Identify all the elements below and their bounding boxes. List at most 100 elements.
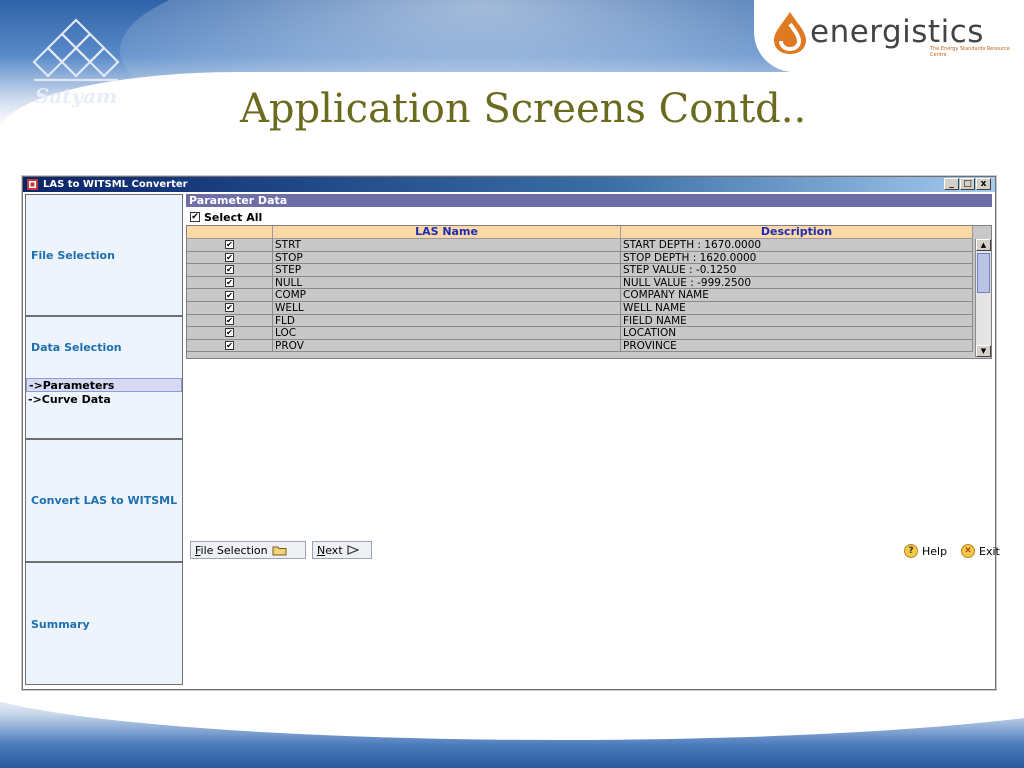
energistics-logo: energistics The Energy Standards Resourc…: [754, 0, 1024, 72]
description-cell: NULL VALUE : -999.2500: [621, 276, 973, 290]
select-all-label: Select All: [204, 210, 263, 224]
description-cell: WELL NAME: [621, 301, 973, 315]
next-button[interactable]: Next: [312, 541, 372, 559]
row-checkbox[interactable]: ✔: [225, 328, 234, 338]
las-name-cell: LOC: [273, 327, 621, 340]
table-row[interactable]: ✔ NULL NULL VALUE : -999.2500: [187, 276, 973, 290]
description-cell: STOP DEPTH : 1620.0000: [621, 251, 973, 265]
row-checkbox-cell[interactable]: ✔: [187, 289, 273, 302]
file-selection-button-label: File Selection: [195, 543, 268, 557]
row-checkbox-cell[interactable]: ✔: [187, 264, 273, 277]
nav-data-selection-label: Data Selection: [31, 341, 122, 354]
nav-sub-parameters[interactable]: ->Parameters: [26, 378, 182, 392]
row-checkbox[interactable]: ✔: [225, 315, 234, 325]
row-checkbox-cell[interactable]: ✔: [187, 301, 273, 315]
table-row[interactable]: ✔ STEP STEP VALUE : -0.1250: [187, 264, 973, 277]
parameter-table: LAS Name Description ✔ STRT START DEPTH : …: [186, 225, 992, 359]
nav-convert[interactable]: Convert LAS to WITSML: [25, 439, 183, 562]
las-name-cell: STEP: [273, 264, 621, 277]
las-name-cell: PROV: [273, 339, 621, 353]
satyam-lattice-icon: [32, 18, 120, 82]
nav-sub-curve-data[interactable]: ->Curve Data: [26, 393, 182, 407]
nav-file-selection-label: File Selection: [31, 249, 115, 262]
row-checkbox-cell[interactable]: ✔: [187, 239, 273, 252]
window-title: LAS to WITSML Converter: [43, 179, 188, 190]
row-checkbox[interactable]: ✔: [225, 240, 234, 250]
select-all-checkbox[interactable]: ✔: [190, 212, 200, 222]
satyam-logo: Satyam: [26, 14, 126, 110]
nav-summary-label: Summary: [31, 618, 90, 631]
column-header-description[interactable]: Description: [621, 226, 973, 239]
table-row[interactable]: ✔ WELL WELL NAME: [187, 301, 973, 315]
window-controls: _ □ x: [944, 178, 991, 191]
app-icon: [27, 179, 38, 190]
satyam-wordmark: Satyam: [34, 84, 118, 108]
las-name-cell: COMP: [273, 289, 621, 302]
exit-button-label: Exit: [979, 544, 1000, 558]
file-selection-button[interactable]: File Selection: [190, 541, 306, 559]
close-button[interactable]: x: [976, 178, 991, 190]
wizard-nav: File Selection Data Selection ->Paramete…: [25, 194, 185, 685]
help-button-label: Help: [922, 544, 948, 558]
slide-footer-band: [0, 690, 1024, 768]
description-cell: FIELD NAME: [621, 314, 973, 328]
table-row[interactable]: ✔ STOP STOP DEPTH : 1620.0000: [187, 251, 973, 265]
exit-button[interactable]: ✕ Exit: [961, 543, 1000, 559]
description-cell: PROVINCE: [621, 339, 973, 353]
row-checkbox[interactable]: ✔: [225, 303, 234, 313]
table-row[interactable]: ✔ PROV PROVINCE: [187, 339, 973, 353]
nav-summary[interactable]: Summary: [25, 562, 183, 685]
converter-window: LAS to WITSML Converter _ □ x File Selec…: [22, 176, 1000, 690]
row-checkbox-cell[interactable]: ✔: [187, 276, 273, 290]
row-checkbox-cell[interactable]: ✔: [187, 251, 273, 265]
description-cell: STEP VALUE : -0.1250: [621, 264, 973, 277]
energistics-tagline: The Energy Standards Resource Centre: [930, 46, 1010, 58]
description-cell: START DEPTH : 1670.0000: [621, 239, 973, 252]
select-all-control[interactable]: ✔ Select All: [190, 210, 262, 224]
table-scrollbar[interactable]: ▲ ▼: [975, 239, 991, 357]
column-header-check[interactable]: [187, 226, 273, 239]
maximize-button[interactable]: □: [960, 178, 975, 190]
row-checkbox[interactable]: ✔: [225, 278, 234, 288]
row-checkbox[interactable]: ✔: [225, 341, 234, 351]
description-cell: LOCATION: [621, 327, 973, 340]
next-button-label: Next: [317, 543, 343, 557]
row-checkbox[interactable]: ✔: [225, 290, 234, 300]
row-checkbox[interactable]: ✔: [225, 265, 234, 275]
energistics-wordmark: energistics: [810, 14, 984, 50]
table-row[interactable]: ✔ STRT START DEPTH : 1670.0000: [187, 239, 973, 252]
row-checkbox[interactable]: ✔: [225, 252, 234, 262]
las-name-cell: STOP: [273, 251, 621, 265]
window-titlebar[interactable]: LAS to WITSML Converter _ □ x: [23, 177, 995, 192]
nav-file-selection[interactable]: File Selection: [25, 194, 183, 316]
las-name-cell: WELL: [273, 301, 621, 315]
column-header-las-name[interactable]: LAS Name: [273, 226, 621, 239]
slide-title: Application Screens Contd..: [240, 86, 807, 132]
table-header: LAS Name Description: [187, 226, 973, 239]
description-cell: COMPANY NAME: [621, 289, 973, 302]
help-button[interactable]: ? Help: [904, 543, 947, 559]
main-panel: Parameter Data ✔ Select All LAS Name Des…: [186, 194, 1000, 685]
folder-icon: [272, 546, 287, 555]
exit-icon: ✕: [961, 544, 975, 558]
help-icon: ?: [904, 544, 918, 558]
las-name-cell: FLD: [273, 314, 621, 328]
panel-header: Parameter Data: [186, 194, 992, 207]
footer-curve: [0, 690, 1024, 740]
scroll-down-button[interactable]: ▼: [976, 345, 991, 357]
table-body: ✔ STRT START DEPTH : 1670.0000 ✔ STOP STOP DE…: [187, 239, 973, 357]
nav-data-selection[interactable]: Data Selection ->Parameters ->Curve Data: [25, 316, 183, 439]
minimize-button[interactable]: _: [944, 178, 959, 190]
table-row[interactable]: ✔ LOC LOCATION: [187, 327, 973, 340]
scroll-up-button[interactable]: ▲: [976, 239, 991, 251]
las-name-cell: STRT: [273, 239, 621, 252]
row-checkbox-cell[interactable]: ✔: [187, 327, 273, 340]
table-row[interactable]: ✔ COMP COMPANY NAME: [187, 289, 973, 302]
las-name-cell: NULL: [273, 276, 621, 290]
nav-convert-label: Convert LAS to WITSML: [31, 494, 178, 507]
row-checkbox-cell[interactable]: ✔: [187, 339, 273, 353]
row-checkbox-cell[interactable]: ✔: [187, 314, 273, 328]
table-row[interactable]: ✔ FLD FIELD NAME: [187, 314, 973, 328]
arrow-right-icon: [347, 545, 359, 555]
scroll-thumb[interactable]: [977, 253, 990, 293]
